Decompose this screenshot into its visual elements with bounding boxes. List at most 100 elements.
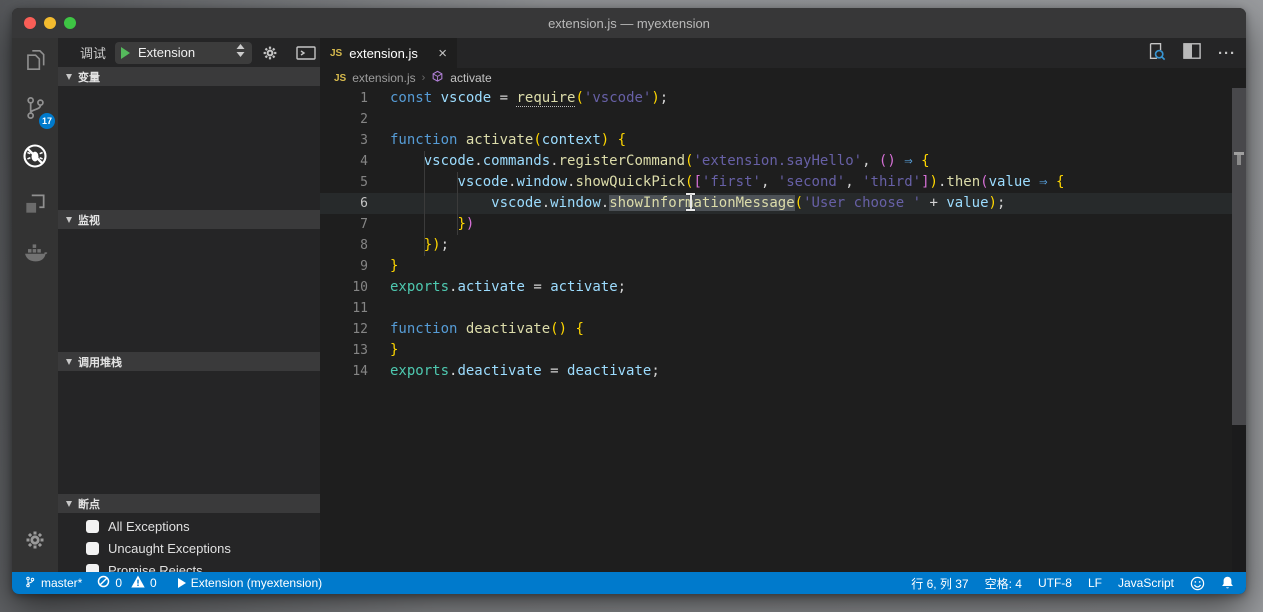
line-number: 8 <box>360 238 368 253</box>
section-callstack[interactable]: 调用堆栈 <box>58 352 320 371</box>
code-line-10[interactable]: 10 exports.activate = activate; <box>320 277 1246 298</box>
callstack-panel <box>58 371 320 494</box>
line-content: vscode.commands.registerCommand('extensi… <box>423 153 930 169</box>
breakpoint-label: All Exceptions <box>108 518 190 534</box>
line-content: const vscode = require('vscode'); <box>390 90 669 107</box>
open-preview-icon[interactable] <box>1146 41 1166 66</box>
line-content: exports.deactivate = deactivate; <box>390 363 660 379</box>
debug-sidebar: 调试 Extension 变量 监视 调用堆栈 断点 All Exception… <box>58 38 320 572</box>
breakpoint-label: Promise Rejects <box>108 562 203 573</box>
code-line-4[interactable]: 4 vscode.commands.registerCommand('exten… <box>320 151 1246 172</box>
code-line-9[interactable]: 9} <box>320 256 1246 277</box>
code-line-8[interactable]: 8 }); <box>320 235 1246 256</box>
line-number: 13 <box>352 343 368 358</box>
breadcrumb-file[interactable]: extension.js <box>352 71 415 85</box>
line-number: 4 <box>360 154 368 169</box>
breadcrumb-symbol[interactable]: activate <box>450 71 491 85</box>
breakpoint-row[interactable]: Uncaught Exceptions <box>58 537 320 559</box>
code-line-14[interactable]: 14 exports.deactivate = deactivate; <box>320 361 1246 382</box>
split-editor-icon[interactable] <box>1182 42 1202 65</box>
section-watch-label: 监视 <box>78 214 100 227</box>
gear-icon <box>23 528 47 557</box>
sidebar-item-docker[interactable] <box>12 230 58 278</box>
section-variables-label: 变量 <box>78 71 100 84</box>
close-window-button[interactable] <box>24 17 36 29</box>
line-number: 10 <box>352 280 368 295</box>
indentation-status[interactable]: 空格: 4 <box>985 575 1022 592</box>
code-line-7[interactable]: 7 }) <box>320 214 1246 235</box>
line-number: 2 <box>360 112 368 127</box>
section-watch[interactable]: 监视 <box>58 210 320 229</box>
code-line-1[interactable]: 1 const vscode = require('vscode'); <box>320 88 1246 109</box>
start-debug-icon[interactable] <box>121 46 131 59</box>
line-content: } <box>390 258 399 274</box>
launch-config-name: Extension <box>138 45 196 60</box>
indent-guide <box>424 151 425 256</box>
debug-toolbar: 调试 Extension <box>58 38 320 67</box>
minimize-window-button[interactable] <box>44 17 56 29</box>
language-mode-status[interactable]: JavaScript <box>1118 576 1174 590</box>
code-editor[interactable]: 1 const vscode = require('vscode'); 2 3 func… <box>320 88 1246 572</box>
play-icon <box>177 578 186 588</box>
line-number: 5 <box>360 175 368 190</box>
cursor-position-status[interactable]: 行 6, 列 37 <box>911 575 968 592</box>
scrollbar-thumb[interactable] <box>1232 88 1246 425</box>
launch-label: Extension (myextension) <box>190 576 323 590</box>
line-number: 3 <box>360 133 368 148</box>
launch-config-dropdown[interactable]: Extension <box>115 41 253 64</box>
line-content <box>368 109 390 130</box>
notifications-bell-icon[interactable] <box>1221 576 1234 590</box>
code-line-12[interactable]: 12 function deactivate() { <box>320 319 1246 340</box>
sidebar-item-source-control[interactable]: 17 <box>12 86 58 134</box>
section-callstack-label: 调用堆栈 <box>78 356 122 369</box>
section-breakpoints[interactable]: 断点 <box>58 494 320 513</box>
configure-gear-icon[interactable] <box>261 44 279 62</box>
section-variables[interactable]: 变量 <box>58 67 320 86</box>
feedback-smiley-icon[interactable] <box>1190 576 1205 591</box>
window-title: extension.js — myextension <box>548 15 710 31</box>
problems-status[interactable]: 0 0 <box>97 575 157 591</box>
sidebar-item-explorer[interactable] <box>12 38 58 86</box>
code-line-13[interactable]: 13} <box>320 340 1246 361</box>
encoding-status[interactable]: UTF-8 <box>1038 576 1072 590</box>
js-file-icon: JS <box>334 72 347 84</box>
debug-console-icon[interactable] <box>296 45 316 61</box>
status-bar: master* 0 0 Extension (myextension) 行 6,… <box>12 572 1246 594</box>
files-icon <box>22 47 48 78</box>
breakpoint-row[interactable]: All Exceptions <box>58 515 320 537</box>
line-content: }); <box>423 237 450 253</box>
code-line-5[interactable]: 5 vscode.window.showQuickPick(['first', … <box>320 172 1246 193</box>
line-content: vscode.window.showQuickPick(['first', 's… <box>457 174 1065 190</box>
scm-badge: 17 <box>38 113 55 129</box>
line-content: exports.activate = activate; <box>390 279 627 295</box>
close-tab-icon[interactable]: × <box>438 46 447 61</box>
code-line-3[interactable]: 3 function activate(context) { <box>320 130 1246 151</box>
code-line-2[interactable]: 2 <box>320 109 1246 130</box>
eol-status[interactable]: LF <box>1088 576 1102 590</box>
chevron-expanded-icon <box>66 358 72 365</box>
sidebar-item-extensions[interactable] <box>12 182 58 230</box>
error-icon <box>97 575 110 591</box>
warning-icon <box>131 575 145 591</box>
code-line-11[interactable]: 11 <box>320 298 1246 319</box>
breakpoints-list: All Exceptions Uncaught Exceptions Promise… <box>58 513 320 572</box>
debug-icon <box>21 142 49 175</box>
checkbox-unchecked[interactable] <box>86 541 99 555</box>
zoom-window-button[interactable] <box>64 17 76 29</box>
tab-label: extension.js <box>349 45 418 61</box>
checkbox-unchecked[interactable] <box>86 519 99 533</box>
line-content: }) <box>457 216 475 232</box>
breakpoint-row[interactable]: Promise Rejects <box>58 559 320 572</box>
checkbox-unchecked[interactable] <box>86 563 99 572</box>
breadcrumb[interactable]: JS extension.js › activate <box>320 68 1246 88</box>
tab-extension-js[interactable]: JS extension.js × <box>320 38 457 68</box>
vscode-window: extension.js — myextension 17 调试 Extensi… <box>12 8 1246 594</box>
sidebar-item-debug[interactable] <box>12 134 58 182</box>
more-actions-icon[interactable]: ··· <box>1218 45 1236 62</box>
debug-launch-status[interactable]: Extension (myextension) <box>177 576 323 590</box>
section-breakpoints-label: 断点 <box>78 498 100 511</box>
git-branch-status[interactable]: master* <box>24 575 82 592</box>
manage-button[interactable] <box>12 522 58 562</box>
code-line-6[interactable]: 6 vscode.window.showInformationMessage('… <box>320 193 1246 214</box>
updown-arrows-icon <box>235 43 246 63</box>
